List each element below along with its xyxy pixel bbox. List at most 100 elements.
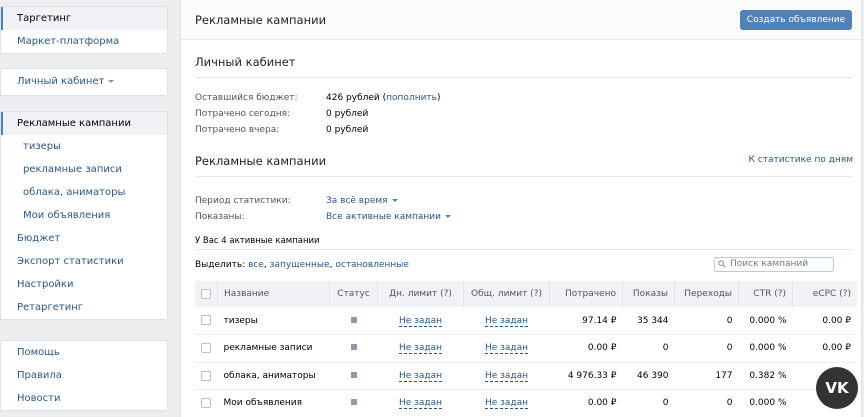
chevron-down-icon [391,199,398,202]
sidebar-item-settings[interactable]: Настройки [1,273,167,296]
checkbox[interactable] [201,315,211,326]
clicks-cell: 0 [726,398,733,409]
select-all-checkbox-cell[interactable] [195,281,218,307]
cabinet-title: Личный кабинет [195,55,296,69]
search-placeholder: Поиск кампаний [730,259,809,269]
ctr-cell: 0.000 % [749,315,787,326]
spent-cell: 0.00 ₽ [587,398,617,409]
status-cell [330,307,378,335]
search-input[interactable]: Поиск кампаний [714,257,834,272]
period-selector[interactable]: За всё время [326,196,398,206]
row-checkbox-cell[interactable] [195,335,218,363]
total-limit-link[interactable]: Не задан [484,343,529,355]
sidebar-item-news[interactable]: Новости [1,387,167,410]
sidebar-item-market-platform[interactable]: Маркет-платформа [1,30,167,53]
top-up-link[interactable]: пополнить [386,93,437,103]
shown-label: Показаны: [195,212,245,222]
budget-value: 426 рублей [326,93,380,103]
select-stopped-link[interactable]: остановленные [335,260,409,270]
status-icon [350,399,357,406]
col-ecpc[interactable]: eCPC (?) [793,281,858,307]
sidebar-group-help: Помощь Правила Новости [0,340,168,411]
sidebar-item-retargeting[interactable]: Ретаргетинг [1,296,167,319]
table-row[interactable]: облака, аниматоры Не задан Не задан 4 97… [195,362,857,390]
day-limit-link[interactable]: Не задан [398,343,443,355]
sidebar-item-my-ads[interactable]: Мои объявления [1,204,167,227]
period-value: За всё время [326,196,388,206]
clicks-cell: 177 [715,370,733,381]
col-status[interactable]: Статус [329,281,378,307]
shown-selector[interactable]: Все активные кампании [326,212,451,222]
row-checkbox-cell[interactable] [195,390,218,417]
daily-stats-link[interactable]: К статистике по дням [749,155,853,165]
checkbox[interactable] [201,370,211,381]
sidebar-item-export-stats[interactable]: Экспорт статистики [1,250,167,273]
status-icon [350,371,357,378]
day-limit-link[interactable]: Не задан [398,370,443,382]
ecpc-cell: 0.00 ₽ [822,315,851,326]
search-icon [718,260,726,268]
campaign-name[interactable]: облака, аниматоры [218,362,330,390]
day-limit-link[interactable]: Не задан [398,315,443,327]
col-ctr[interactable]: CTR (?) [738,281,793,307]
sidebar-item-targeting[interactable]: Таргетинг [1,7,167,30]
total-limit-link[interactable]: Не задан [484,398,529,410]
active-count: У Вас 4 активные кампании [195,236,320,246]
budget-label: Оставшийся бюджет: [195,93,298,103]
col-views[interactable]: Показы [622,281,675,307]
total-limit-link[interactable]: Не задан [484,315,529,327]
divider [195,176,853,177]
checkbox[interactable] [201,398,211,408]
sidebar-item-help[interactable]: Помощь [1,341,167,364]
yesterday-value: 0 рублей [326,125,369,135]
day-limit-link[interactable]: Не задан [398,398,443,410]
campaign-name[interactable]: Мои объявления [218,390,330,417]
campaigns-table: Название Статус Дн. лимит (?) Общ. лимит… [195,281,857,417]
day-limit-cell: Не задан [378,335,464,363]
today-value: 0 рублей [326,109,369,119]
table-row[interactable]: тизеры Не задан Не задан 97.14 ₽ 35 344 … [195,307,857,335]
col-clicks[interactable]: Переходы [674,281,739,307]
views-cell: 0 [662,343,669,354]
campaign-name[interactable]: тизеры [218,307,330,335]
table-row[interactable]: Мои объявления Не задан Не задан 0.00 ₽ … [195,390,857,417]
account-selector[interactable]: Личный кабинет [1,69,167,95]
clicks-cell: 0 [726,315,733,326]
create-ad-button[interactable]: Создать объявление [740,10,852,30]
select-running-link[interactable]: запущенные [270,260,330,270]
divider [195,77,853,78]
spent-cell: 0.00 ₽ [587,343,617,354]
checkbox[interactable] [201,288,211,299]
views-cell: 0 [662,398,669,409]
row-checkbox-cell[interactable] [195,307,218,335]
checkbox[interactable] [201,343,211,353]
sidebar-item-budget[interactable]: Бюджет [1,227,167,250]
clicks-cell: 0 [726,343,733,354]
col-name[interactable]: Название [217,281,330,307]
col-total-limit[interactable]: Общ. лимит (?) [463,281,550,307]
shown-value: Все активные кампании [326,212,441,222]
total-limit-link[interactable]: Не задан [484,370,529,382]
sidebar-item-campaigns[interactable]: Рекламные кампании [1,112,167,135]
vk-logo-icon: VK [816,367,858,409]
select-all-link[interactable]: все [248,260,264,270]
status-icon [350,344,357,351]
col-spent[interactable]: Потрачено [549,281,623,307]
sidebar-item-clouds[interactable]: облака, аниматоры [1,181,167,204]
sidebar-item-ad-posts[interactable]: рекламные записи [1,158,167,181]
col-day-limit[interactable]: Дн. лимит (?) [377,281,464,307]
page-title: Рекламные кампании [195,13,327,27]
sidebar-item-rules[interactable]: Правила [1,364,167,387]
sidebar-item-teasers[interactable]: тизеры [1,135,167,158]
ctr-cell: 0.000 % [749,398,787,409]
campaign-name[interactable]: рекламные записи [218,335,330,363]
campaigns-title: Рекламные кампании [195,154,327,168]
today-label: Потрачено сегодня: [195,109,291,119]
status-cell [330,362,378,390]
status-icon [350,316,357,323]
table-row[interactable]: рекламные записи Не задан Не задан 0.00 … [195,335,857,363]
sidebar-group-ads: Рекламные кампании тизеры рекламные запи… [0,111,168,320]
row-checkbox-cell[interactable] [195,362,218,390]
main-panel: Рекламные кампании Создать объявление Ли… [180,0,862,417]
divider [195,249,853,250]
